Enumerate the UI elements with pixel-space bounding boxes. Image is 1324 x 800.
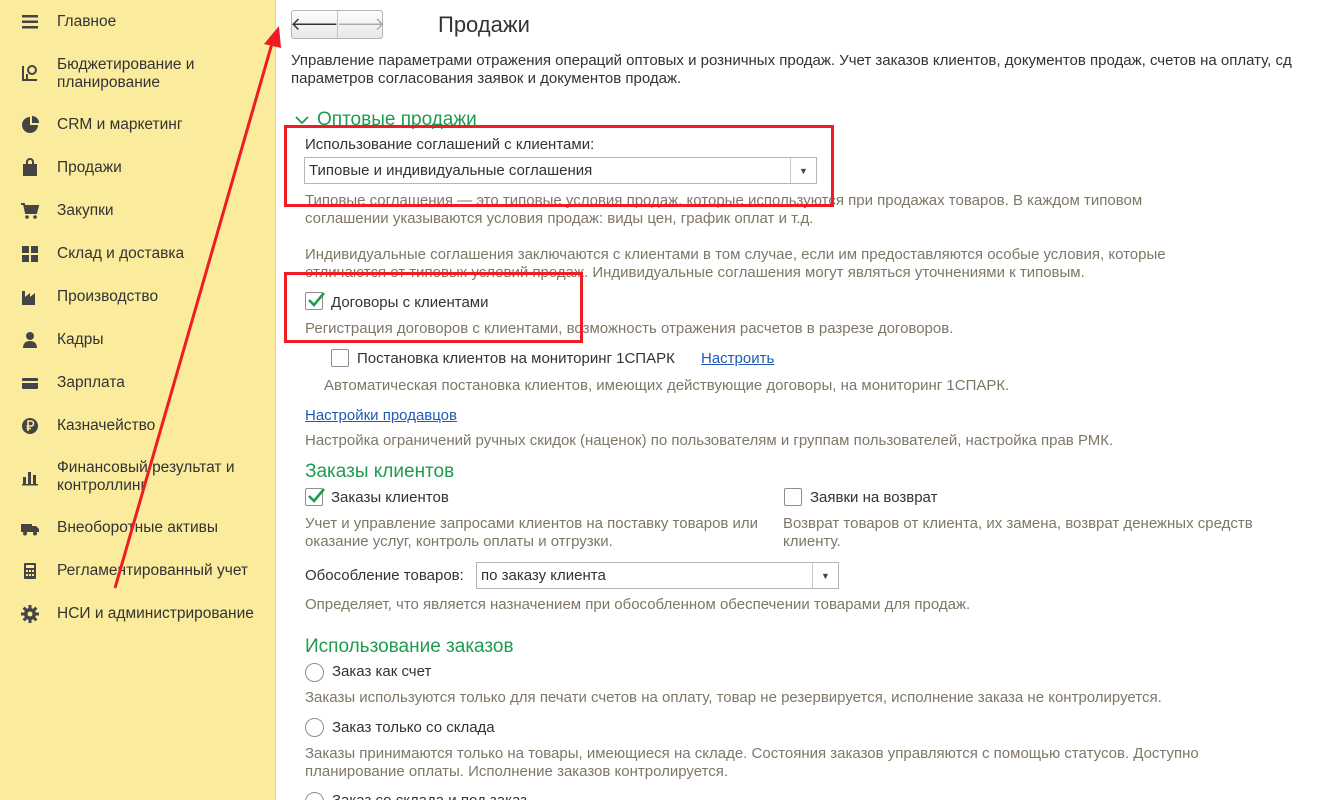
wallet-card-icon [20,373,40,393]
menu-lines-icon [20,12,40,32]
sellers-settings-desc: Настройка ограничений ручных скидок (нац… [305,432,1114,449]
sidebar-item-purchases[interactable]: Закупки [0,201,276,221]
sidebar-item-treasury[interactable]: Казначейство [0,416,276,436]
forward-button[interactable]: 🡒 [336,11,386,38]
sellers-settings-link[interactable]: Настройки продавцов [305,407,457,424]
separation-select[interactable]: по заказу клиента ▼ [476,562,839,589]
sidebar-item-production[interactable]: Производство [0,287,276,307]
spark-monitoring-checkbox[interactable] [331,349,349,367]
truck-icon [20,518,40,538]
highlight-box-contracts [284,272,583,343]
budget-chart-icon [20,63,40,83]
sidebar-item-label: Производство [57,288,159,305]
sidebar-item-fixed-assets[interactable]: Внеоборотные активы [0,518,276,538]
separation-label: Обособление товаров: [305,567,464,584]
section-title-orders: Заказы клиентов [305,461,455,482]
sidebar-item-label: CRM и маркетинг [57,116,183,133]
order-from-stock-label[interactable]: Заказ только со склада [332,719,495,736]
pie-chart-icon [20,115,40,135]
sidebar-item-label: Зарплата [57,374,125,391]
order-as-invoice-label[interactable]: Заказ как счет [332,663,431,680]
client-orders-desc-line2: оказание услуг, контроль оплаты и отгруз… [305,533,613,550]
warehouse-grid-icon [20,244,40,264]
sidebar-item-warehouse[interactable]: Склад и доставка [0,244,276,264]
checkmark-icon [308,488,325,503]
sidebar-item-label: Кадры [57,331,104,348]
sidebar: Главное Бюджетирование и планирование CR… [0,0,276,800]
sidebar-item-label: Главное [57,13,117,30]
return-requests-desc-line1: Возврат товаров от клиента, их замена, в… [783,515,1253,532]
separation-desc: Определяет, что является назначением при… [305,596,971,613]
order-from-stock-radio[interactable] [305,718,324,737]
sidebar-item-label: Склад и доставка [57,245,185,262]
spark-monitoring-label[interactable]: Постановка клиентов на мониторинг 1СПАРК [357,350,675,367]
gear-icon [20,604,40,624]
client-orders-checkbox[interactable] [305,488,325,506]
order-stock-and-custom-radio[interactable] [305,792,324,800]
section-title-usage: Использование заказов [305,636,514,657]
intro-text-line2: параметров согласования заявок и докумен… [291,70,682,87]
factory-icon [20,287,40,307]
sidebar-item-salary[interactable]: Зарплата [0,373,276,393]
ruble-coin-icon [20,416,40,436]
spark-monitoring-desc: Автоматическая постановка клиентов, имею… [324,377,1010,394]
calculator-icon [20,561,40,581]
sidebar-item-label: Закупки [57,202,114,219]
typical-agreements-desc-line2: соглашении указываются условия продаж: в… [305,210,814,227]
order-as-invoice-radio[interactable] [305,663,324,682]
sidebar-item-crm[interactable]: CRM и маркетинг [0,115,276,135]
arrow-left-icon: 🡐 [290,14,339,34]
sidebar-item-label: Бюджетирование и планирование [57,56,195,91]
arrow-right-icon: 🡒 [336,14,386,34]
dropdown-arrow-icon[interactable]: ▼ [812,563,838,588]
person-icon [20,330,40,350]
sidebar-item-label: Финансовый результат и контроллинг [57,459,235,494]
cart-icon [20,201,40,221]
order-from-stock-desc-line2: планирование оплаты. Исполнение заказов … [305,763,729,780]
sidebar-item-hr[interactable]: Кадры [0,330,276,350]
intro-text-line1: Управление параметрами отражения операци… [291,52,1292,69]
return-requests-desc-line2: клиенту. [783,533,841,550]
return-requests-label[interactable]: Заявки на возврат [810,489,937,506]
history-navigation: 🡐 🡒 [290,10,386,39]
back-button[interactable]: 🡐 [290,11,339,38]
spark-configure-link[interactable]: Настроить [701,350,774,367]
sidebar-item-main[interactable]: Главное [0,12,276,32]
highlight-box-agreements [284,125,834,207]
page-title: Продажи [438,12,530,37]
client-orders-label[interactable]: Заказы клиентов [331,489,449,506]
sidebar-item-budgeting[interactable]: Бюджетирование и планирование [0,55,276,93]
separation-select-value: по заказу клиента [481,567,606,584]
sidebar-item-sales[interactable]: Продажи [0,158,276,178]
order-as-invoice-desc: Заказы используются только для печати сч… [305,689,1162,706]
sidebar-item-regulated-accounting[interactable]: Регламентированный учет [0,561,276,581]
individual-agreements-desc-line1: Индивидуальные соглашения заключаются с … [305,246,1166,263]
sidebar-item-label: Продажи [57,159,122,176]
sidebar-item-label: Казначейство [57,417,156,434]
client-orders-desc-line1: Учет и управление запросами клиентов на … [305,515,759,532]
shopping-bag-icon [20,158,40,178]
order-stock-and-custom-label[interactable]: Заказ со склада и под заказ [332,792,527,800]
sidebar-item-admin[interactable]: НСИ и администрирование [0,604,276,624]
bar-chart-icon [20,467,40,487]
return-requests-checkbox[interactable] [784,488,802,506]
sidebar-item-label: Регламентированный учет [57,562,249,579]
sidebar-item-label: НСИ и администрирование [57,605,254,622]
order-from-stock-desc-line1: Заказы принимаются только на товары, име… [305,745,1199,762]
sidebar-item-financial-result[interactable]: Финансовый результат и контроллинг [0,458,276,496]
sidebar-item-label: Внеоборотные активы [57,519,218,536]
